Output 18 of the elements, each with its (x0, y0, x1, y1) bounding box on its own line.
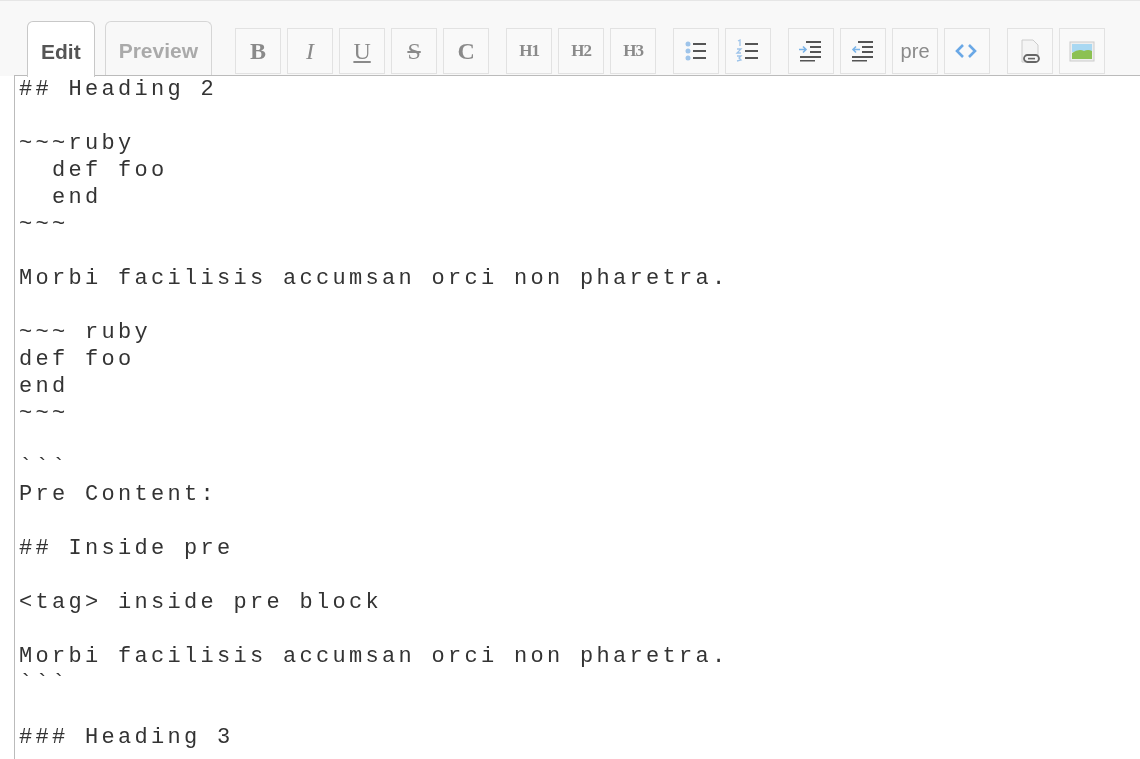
outdent-button[interactable] (840, 28, 887, 74)
strikethrough-button[interactable]: S (391, 28, 438, 74)
underline-button[interactable]: U (339, 28, 386, 74)
heading-button[interactable]: H1 (506, 28, 553, 74)
indent-button[interactable] (788, 28, 835, 74)
numbered-list-button[interactable] (725, 28, 772, 74)
heading-button[interactable]: H3 (610, 28, 657, 74)
editor-field[interactable]: ## Heading 2 ~~~ruby def foo end ~~~ Morbi facilisis accumsan orci non pharetra. ~~~ ruby def foo end ~~~ ``` Pre Content: ## Inside pre <tag> inside pre block Morbi facilisis accumsan orci non pharetra. ``` ### Heading 3 (14, 75, 1140, 759)
tab[interactable]: Edit (27, 21, 95, 77)
italic-button[interactable]: I (287, 28, 334, 74)
bullet-list-button[interactable] (673, 28, 720, 74)
tab[interactable]: Preview (104, 21, 213, 76)
link-button[interactable] (1007, 28, 1054, 74)
image-icon (1069, 39, 1096, 63)
code-button[interactable]: C (443, 28, 490, 74)
pre-button[interactable]: pre (892, 28, 939, 74)
bold-button[interactable]: B (235, 28, 282, 74)
heading-button[interactable]: H2 (558, 28, 605, 74)
